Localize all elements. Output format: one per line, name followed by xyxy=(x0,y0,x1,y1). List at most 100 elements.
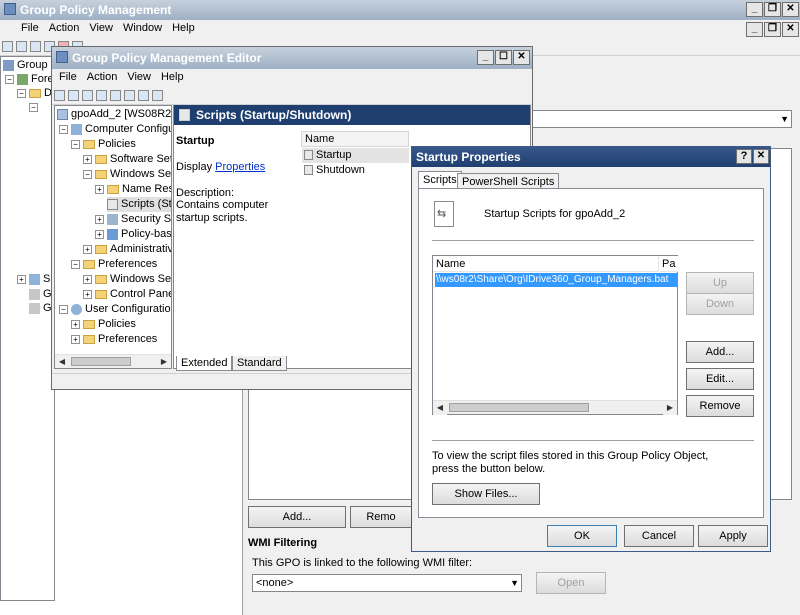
editor-menu-help[interactable]: Help xyxy=(156,69,189,85)
dialog-down-button[interactable]: Down xyxy=(686,293,754,315)
expand-icon[interactable]: + xyxy=(95,214,104,224)
forward-icon[interactable] xyxy=(16,41,27,52)
gpm-menu-window[interactable]: Window xyxy=(118,20,167,36)
editor-tree-scripts[interactable]: Scripts (Star xyxy=(107,197,171,212)
back-icon[interactable] xyxy=(2,41,13,52)
back-icon[interactable] xyxy=(54,90,65,101)
help-icon[interactable] xyxy=(138,90,149,101)
expand-icon[interactable]: + xyxy=(83,154,92,164)
collapse-icon[interactable]: − xyxy=(5,74,14,84)
collapse-icon[interactable]: − xyxy=(17,88,26,98)
editor-minimize-button[interactable]: _ xyxy=(477,50,494,65)
collapse-icon[interactable]: − xyxy=(29,102,38,112)
gpm-menu-view[interactable]: View xyxy=(84,20,118,36)
scroll-right-icon[interactable]: ▶ xyxy=(157,355,171,368)
up-folder-icon[interactable] xyxy=(30,41,41,52)
scroll-left-icon[interactable]: ◀ xyxy=(433,401,447,415)
editor-menu-action[interactable]: Action xyxy=(82,69,123,85)
show-files-button[interactable]: Show Files... xyxy=(432,483,540,505)
expand-icon[interactable]: + xyxy=(83,289,92,299)
editor-menu-file[interactable]: File xyxy=(54,69,82,85)
details-icon[interactable] xyxy=(152,90,163,101)
dialog-cancel-button[interactable]: Cancel xyxy=(624,525,694,547)
expand-icon[interactable]: + xyxy=(17,274,26,284)
editor-tree-control-panel[interactable]: +Control Panel S xyxy=(83,287,171,302)
editor-menu-view[interactable]: View xyxy=(122,69,156,85)
properties-icon[interactable] xyxy=(110,90,121,101)
gpm-minimize-button[interactable]: _ xyxy=(746,2,763,17)
expand-icon[interactable]: + xyxy=(95,229,104,239)
dialog-tab-scripts[interactable]: Scripts xyxy=(418,171,462,189)
editor-tree-computer-config[interactable]: −Computer Configura xyxy=(59,122,171,137)
expand-icon[interactable]: + xyxy=(71,334,80,344)
dialog-remove-button[interactable]: Remove xyxy=(686,395,754,417)
dialog-edit-button[interactable]: Edit... xyxy=(686,368,754,390)
collapse-icon[interactable]: − xyxy=(71,259,80,269)
editor-tree-windows-settings[interactable]: −Windows Settin xyxy=(83,167,171,182)
collapse-icon[interactable]: − xyxy=(59,124,68,134)
editor-tree-security-settings[interactable]: +Security Setti xyxy=(95,212,171,227)
editor-tree-software-settings[interactable]: +Software Settir xyxy=(83,152,171,167)
gpm-tree-root[interactable]: Group P xyxy=(3,58,54,73)
editor-tab-standard[interactable]: Standard xyxy=(232,356,287,371)
expand-icon[interactable]: + xyxy=(71,319,80,329)
up-folder-icon[interactable] xyxy=(82,90,93,101)
collapse-icon[interactable]: − xyxy=(83,169,92,179)
wmi-open-button[interactable]: Open xyxy=(536,572,606,594)
editor-list-column-header[interactable]: Name xyxy=(301,131,409,147)
gpm-remove-button[interactable]: Remo xyxy=(350,506,412,528)
editor-close-button[interactable]: ✕ xyxy=(513,50,530,65)
scroll-thumb[interactable] xyxy=(449,403,589,412)
dialog-apply-button[interactable]: Apply xyxy=(698,525,768,547)
gpm-add-button[interactable]: Add... xyxy=(248,506,346,528)
editor-tab-extended[interactable]: Extended xyxy=(176,356,233,371)
dialog-close-button[interactable]: ✕ xyxy=(753,149,769,164)
expand-icon[interactable]: + xyxy=(83,274,92,284)
editor-tree-name-resolution[interactable]: +Name Resolu xyxy=(95,182,171,197)
gpm-restore-button[interactable]: ❐ xyxy=(764,2,781,17)
editor-tree-user-preferences[interactable]: + Preferences xyxy=(71,332,157,347)
editor-tree-user-config[interactable]: − User Configuration xyxy=(59,302,171,317)
script-list-row[interactable]: \\ws08r2\Share\Org\IDrive360_Group_Manag… xyxy=(435,273,677,287)
editor-properties-link[interactable]: Properties xyxy=(215,161,265,173)
script-list-header-params[interactable]: Pa xyxy=(660,256,678,272)
gpm-tree-domain-node[interactable]: − xyxy=(29,100,41,115)
editor-list-item-shutdown[interactable]: Shutdown xyxy=(302,163,409,178)
expand-icon[interactable]: + xyxy=(95,184,104,194)
editor-maximize-button[interactable]: ☐ xyxy=(495,50,512,65)
script-list-header-name[interactable]: Name xyxy=(433,256,659,272)
expand-icon[interactable]: + xyxy=(83,244,92,254)
dialog-ok-button[interactable]: OK xyxy=(547,525,617,547)
editor-tree-user-policies[interactable]: + Policies xyxy=(71,317,136,332)
editor-tree-policies[interactable]: − Policies xyxy=(71,137,136,152)
scroll-right-icon[interactable]: ▶ xyxy=(663,401,677,415)
forward-icon[interactable] xyxy=(68,90,79,101)
gpm-tree-sites[interactable]: + Sit xyxy=(17,272,54,287)
wmi-filter-select[interactable]: <none> ▼ xyxy=(252,574,522,592)
editor-tree-hscrollbar[interactable]: ◀ ▶ xyxy=(55,354,171,368)
gpm-menu-help[interactable]: Help xyxy=(167,20,200,36)
gpm-menu-action[interactable]: Action xyxy=(44,20,85,36)
editor-tree-gpo[interactable]: gpoAdd_2 [WS08R2.W xyxy=(57,107,171,122)
export-icon[interactable] xyxy=(124,90,135,101)
editor-list-item-startup[interactable]: Startup xyxy=(302,148,409,163)
gpm-menu-file[interactable]: File xyxy=(16,20,44,36)
editor-tree-policy-based[interactable]: +Policy-based xyxy=(95,227,171,242)
gpm-inner-minimize-button[interactable]: _ xyxy=(746,22,763,37)
editor-tree-pref-windows-settings[interactable]: +Windows Settin xyxy=(83,272,171,287)
show-tree-icon[interactable] xyxy=(96,90,107,101)
dialog-help-button[interactable]: ? xyxy=(736,149,752,164)
gpm-close-button[interactable]: ✕ xyxy=(782,2,799,17)
editor-tree-admin-templates[interactable]: +Administrative xyxy=(83,242,171,257)
gpm-tree-forest[interactable]: −Fores xyxy=(5,72,54,87)
scroll-thumb[interactable] xyxy=(71,357,131,366)
dialog-up-button[interactable]: Up xyxy=(686,272,754,294)
gpm-tree-domains[interactable]: −Dc xyxy=(17,86,54,101)
collapse-icon[interactable]: − xyxy=(59,304,68,314)
gpm-top-combo[interactable]: ▼ xyxy=(530,110,792,128)
collapse-icon[interactable]: − xyxy=(71,139,80,149)
gpm-inner-restore-button[interactable]: ❐ xyxy=(764,22,781,37)
script-list-hscrollbar[interactable]: ◀ ▶ xyxy=(433,400,677,415)
gpm-inner-close-button[interactable]: ✕ xyxy=(782,22,799,37)
dialog-add-button[interactable]: Add... xyxy=(686,341,754,363)
